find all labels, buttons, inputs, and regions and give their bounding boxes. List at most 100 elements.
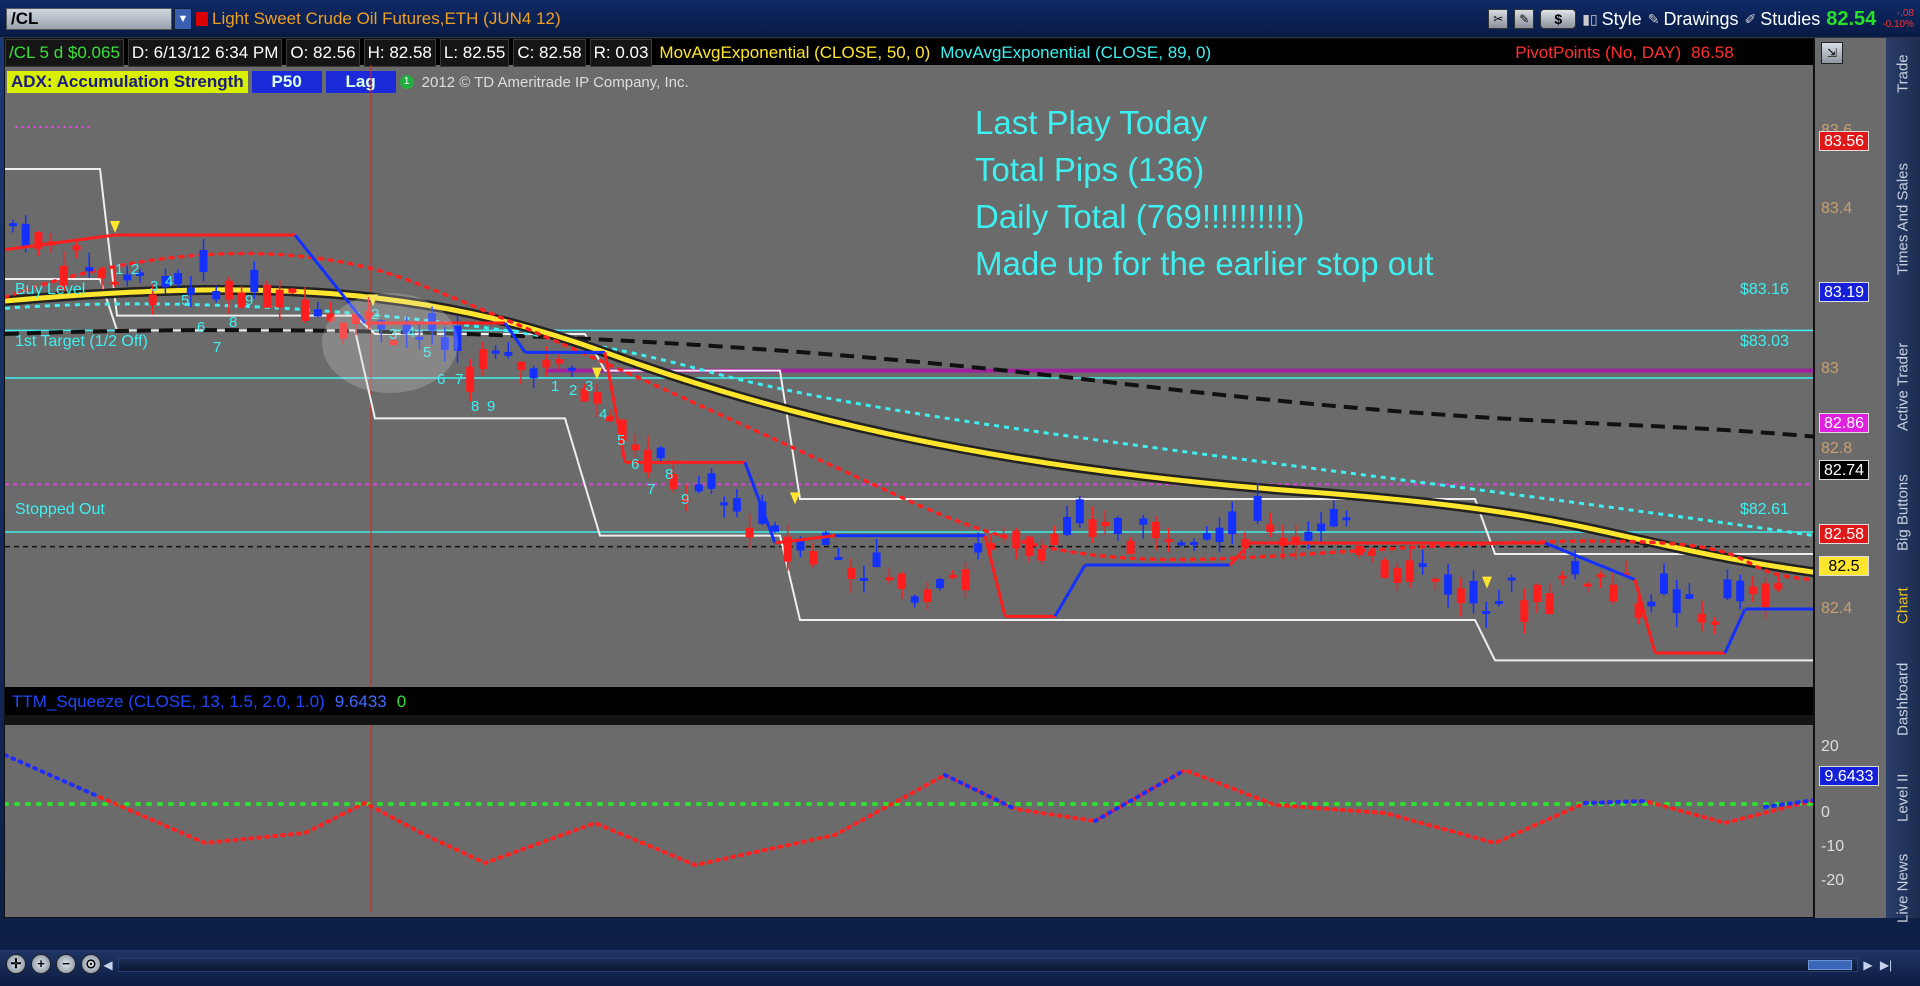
drawings-menu[interactable]: ✎ Drawings — [1648, 9, 1739, 30]
candle-body — [542, 359, 551, 368]
sequence-number: 8 — [229, 314, 237, 331]
candle-body — [1012, 530, 1021, 549]
trading-platform-window: /CL ▼ Light Sweet Crude Oil Futures,ETH … — [0, 0, 1920, 986]
candle-body — [1380, 560, 1389, 578]
candle-body — [771, 525, 779, 532]
candle-body — [1304, 531, 1313, 541]
tab-dashboard[interactable]: Dashboard — [1886, 644, 1920, 754]
ttm-positive-segment — [1093, 768, 1187, 823]
red-flag-icon — [196, 12, 208, 26]
ttm-positive-segment — [5, 753, 97, 797]
ttm-label[interactable]: TTM_Squeeze (CLOSE, 13, 1.5, 2.0, 1.0) — [9, 690, 328, 714]
candle-body — [1406, 560, 1414, 582]
candle-body — [1774, 583, 1783, 590]
osc-tick-neg10: -10 — [1821, 838, 1845, 855]
sequence-number: 1 — [115, 261, 123, 278]
highlight-circle — [322, 293, 458, 393]
candle-body — [110, 281, 119, 285]
sequence-number: 8 — [665, 466, 673, 483]
wrench-icon[interactable]: ✎ — [1514, 9, 1535, 29]
sequence-number: 6 — [631, 456, 639, 473]
tab-chart[interactable]: Chart — [1886, 578, 1920, 634]
tab-live-news[interactable]: Live News — [1886, 838, 1920, 938]
candle-body — [720, 502, 729, 506]
candle-body — [1393, 567, 1402, 583]
trend-step-line — [1723, 608, 1747, 654]
candle-body — [148, 294, 157, 306]
candle-body — [224, 280, 233, 300]
candle-body — [910, 596, 919, 603]
candlesticks — [9, 215, 1783, 635]
tab-times-and-sales[interactable]: Times And Sales — [1886, 126, 1920, 312]
cursor-icon[interactable]: ⇲ — [1821, 42, 1843, 64]
price-axis[interactable]: ⇲ 83.6 83.56 83.4 83.19 83 82.86 82.8 82… — [1814, 38, 1886, 918]
candle-body — [517, 361, 525, 370]
candle-body — [1736, 580, 1745, 602]
dollar-button[interactable]: $ — [1540, 9, 1577, 29]
trend-step-line — [983, 535, 1007, 617]
tab-active-trader[interactable]: Active Trader — [1886, 322, 1920, 452]
candle-body — [859, 577, 868, 581]
osc-tick-neg20: -20 — [1821, 872, 1845, 889]
scroll-end-icon[interactable]: ▶| — [1878, 956, 1894, 974]
axis-tick-83-4: 83.4 — [1821, 200, 1853, 217]
zoom-fit-icon[interactable]: ⊙ — [81, 954, 101, 974]
zoom-out-icon[interactable]: − — [56, 954, 76, 974]
candle-body — [1037, 549, 1046, 561]
candle-body — [1494, 601, 1503, 605]
axis-tick-82-8: 82.8 — [1821, 440, 1853, 457]
tools-icon[interactable]: ✂ — [1488, 9, 1509, 29]
candle-body — [1101, 521, 1110, 527]
candle-body — [872, 552, 881, 568]
axis-tick-83: 83 — [1821, 360, 1839, 377]
badge-red-mid: 82.58 — [1819, 524, 1869, 544]
stopped-out-label: Stopped Out — [15, 501, 105, 518]
candle-body — [1063, 516, 1072, 535]
sequence-number: 5 — [181, 292, 189, 309]
candle-body — [1647, 601, 1656, 607]
candle-body — [1672, 589, 1681, 614]
sequence-number: 8 — [471, 398, 479, 415]
candle-body — [529, 368, 538, 379]
symbol-dropdown-button[interactable]: ▼ — [174, 8, 192, 30]
candle-body — [1431, 578, 1440, 582]
candle-body — [1253, 496, 1262, 521]
time-axis: 12:3512:4512:5012:5513:0013:0613:1013:15… — [5, 912, 1813, 917]
candle-body — [478, 349, 487, 370]
sequence-number: 2 — [131, 261, 139, 278]
buy-level-label: Buy Level — [15, 281, 86, 298]
candle-body — [948, 574, 957, 578]
candle-body — [1596, 574, 1605, 578]
tab-level-ii[interactable]: Level II — [1886, 764, 1920, 832]
candle-body — [1215, 527, 1224, 543]
scrollbar-thumb[interactable] — [1808, 960, 1852, 970]
studies-menu[interactable]: ✐ Studies — [1744, 9, 1820, 30]
candle-body — [1025, 536, 1033, 557]
zoom-in-icon[interactable]: + — [31, 954, 51, 974]
candle-body — [1710, 621, 1719, 625]
annotation-line-3: Daily Total (769!!!!!!!!!!) — [975, 198, 1305, 235]
price-chart[interactable]: /CL 5 d $0.065 D: 6/13/12 6:34 PM O: 82.56… — [4, 38, 1814, 918]
scroll-left-icon[interactable]: ◀ — [100, 956, 116, 974]
ttm-momentum-line — [5, 753, 1813, 868]
scroll-right-icon[interactable]: ▶ — [1860, 956, 1876, 974]
candle-body — [466, 366, 475, 392]
style-icon: ▮▯ — [1582, 10, 1598, 27]
crosshair-icon[interactable]: ✛ — [6, 954, 26, 974]
tab-big-buttons[interactable]: Big Buttons — [1886, 458, 1920, 568]
candle-body — [85, 266, 94, 272]
last-price: 82.54 — [1826, 7, 1877, 30]
candle-body — [847, 567, 856, 579]
candle-body — [555, 359, 564, 364]
panel-separator[interactable] — [5, 715, 1813, 725]
sequence-number: 4 — [165, 273, 173, 290]
symbol-input[interactable]: /CL — [6, 8, 172, 30]
candle-body — [1685, 594, 1694, 599]
candle-body — [301, 299, 310, 321]
style-menu[interactable]: ▮▯ Style — [1582, 9, 1641, 30]
sequence-number: 3 — [585, 378, 593, 395]
tab-trade[interactable]: Trade — [1886, 42, 1920, 106]
time-scrollbar[interactable] — [118, 958, 1858, 972]
sequence-number: 4 — [599, 406, 607, 423]
candle-body — [1444, 574, 1453, 595]
